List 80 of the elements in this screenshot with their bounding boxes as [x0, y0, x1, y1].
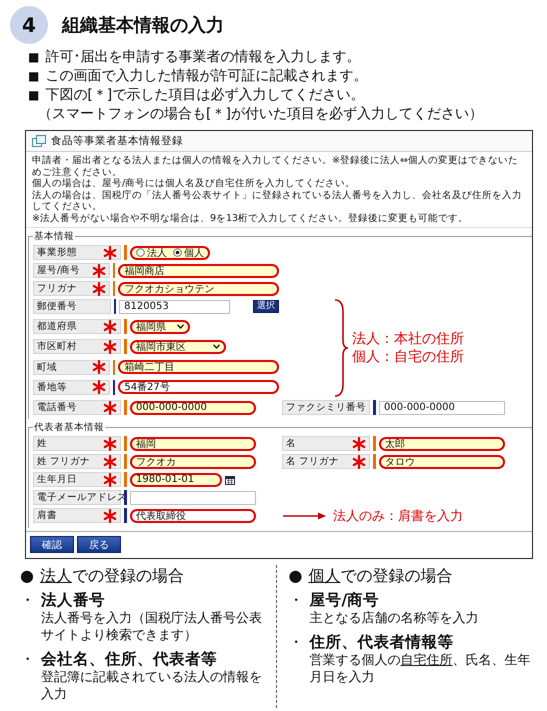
input-field[interactable]: 代表取締役 [130, 508, 256, 522]
case-heading: 法人での登録の場合 [40, 565, 184, 587]
field-label: 郵便番号 [33, 299, 111, 314]
step-badge: 4 [10, 6, 48, 44]
field-label: 都道府県 [33, 319, 121, 334]
select-field[interactable]: 福岡市東区 [130, 340, 226, 354]
input-field[interactable]: 8120053 [119, 300, 230, 314]
input-field[interactable] [130, 490, 256, 504]
caret-icon [177, 324, 184, 330]
field-label: 屋号/商号 [33, 263, 110, 278]
field-label: 姓 [33, 436, 121, 451]
field-label: 市区町村 [33, 339, 121, 354]
annotation-text: 法人のみ：肩書を入力 [333, 508, 463, 525]
input-field[interactable]: 箱崎二丁目 [118, 360, 279, 374]
input-field[interactable]: 1980-01-01 [130, 472, 222, 486]
input-field[interactable]: フクオカ [130, 454, 256, 468]
field-label: 名 [282, 436, 370, 451]
instruction-text: 法人の場合は、国税庁の「法人番号公表サイト」に登録されている法人番号を入力し、会社名及び住所を入力してください。 [32, 190, 523, 212]
item-description: 法人番号を入力（国税庁法人番号公表サイトより検索できます） [41, 610, 263, 644]
input-field[interactable]: 福岡商店 [118, 264, 279, 278]
bullet-marker: ・ [288, 590, 304, 611]
bullet-marker: ・ [288, 632, 304, 653]
item-title: 屋号/商号 [310, 590, 380, 610]
item-title: 住所、代表者情報等 [310, 632, 454, 652]
bullet-marker: ● [288, 565, 302, 587]
input-field[interactable]: タロウ [379, 454, 505, 468]
select-button[interactable]: 選択 [253, 300, 279, 313]
caret-icon [213, 344, 220, 350]
form-title: 食品等事業者基本情報登録 [51, 134, 183, 148]
bullet-marker: ■ [28, 49, 40, 66]
arrow-icon [283, 512, 327, 520]
field-label: ファクシミリ番号 [282, 400, 370, 415]
item-title: 会社名、住所、代表者等 [41, 649, 218, 669]
field-label: 電話番号 [33, 400, 121, 415]
item-description: 営業する個人の自宅住所、氏名、生年月日を入力 [310, 652, 531, 686]
form-button[interactable]: 戻る [77, 536, 121, 553]
field-label: 肩書 [33, 508, 121, 523]
annotation-text: 法人：本社の住所 [352, 330, 464, 348]
input-field[interactable]: 000-000-0000 [130, 400, 256, 414]
step-title: 組織基本情報の入力 [62, 14, 224, 37]
brace-icon [333, 298, 349, 398]
form-button[interactable]: 確認 [30, 536, 74, 553]
item-title: 法人番号 [41, 590, 106, 610]
note-text: （スマートフォンの場合も[＊]が付いた項目を必ず入力してください） [37, 105, 484, 124]
case-heading: 個人での登録の場合 [308, 565, 452, 587]
instruction-text: 個人の場合は、屋号/商号には個人名及び自宅住所を入力してください。 [32, 178, 356, 190]
annotation-text: 個人：自宅の住所 [352, 348, 464, 366]
instruction-text: ※法人番号がない場合や不明な場合は、9を13桁で入力してください。登録後に変更も可能です。 [32, 212, 470, 224]
radio-button[interactable]: 法人 [136, 246, 167, 260]
bullet-marker: ■ [28, 87, 40, 104]
field-label: 町域 [33, 360, 110, 375]
item-description: 主となる店舗の名称等を入力 [310, 610, 478, 627]
input-field[interactable]: 福岡 [130, 436, 256, 450]
calendar-icon [225, 474, 235, 484]
bullet-marker: ● [20, 565, 34, 587]
radio-button[interactable]: 個人 [173, 246, 204, 260]
instruction-text: 申請者・届出者となる法人または個人の情報を入力してください。※登録後に法人⇔個人の変更はできないためご注意ください。 [32, 155, 519, 178]
field-label: 事業形態 [33, 245, 121, 260]
field-label: フリガナ [33, 281, 110, 296]
field-label: 番地等 [33, 380, 110, 395]
item-description: 登記簿に記載されている法人の情報を入力 [41, 669, 263, 703]
bullet-marker: ・ [20, 649, 35, 670]
radio-icon [173, 248, 182, 257]
bullet-marker: ■ [28, 68, 40, 85]
input-field[interactable]: フクオカショウテン [118, 282, 279, 296]
section-legend: 基本情報 [33, 230, 75, 243]
input-field[interactable]: 000-000-0000 [379, 400, 505, 414]
window-icon [32, 135, 46, 147]
field-label: 生年月日 [33, 472, 121, 487]
select-field[interactable]: 福岡県 [130, 320, 190, 334]
bullet-marker: ・ [20, 590, 35, 611]
bullet-text: 下図の[＊]で示した項目は必ず入力してください。 [45, 86, 364, 105]
bullet-text: この画面で入力した情報が許可証に記載されます。 [45, 67, 368, 86]
input-field[interactable]: 太郎 [379, 436, 505, 450]
bullet-text: 許可･届出を申請する事業者の情報を入力します。 [45, 48, 360, 67]
input-field[interactable]: 54番27号 [118, 380, 279, 394]
radio-icon [136, 248, 145, 257]
section-legend: 代表者基本情報 [33, 421, 105, 434]
field-label: 名 フリガナ [282, 454, 370, 469]
field-label: 姓 フリガナ [33, 454, 121, 469]
